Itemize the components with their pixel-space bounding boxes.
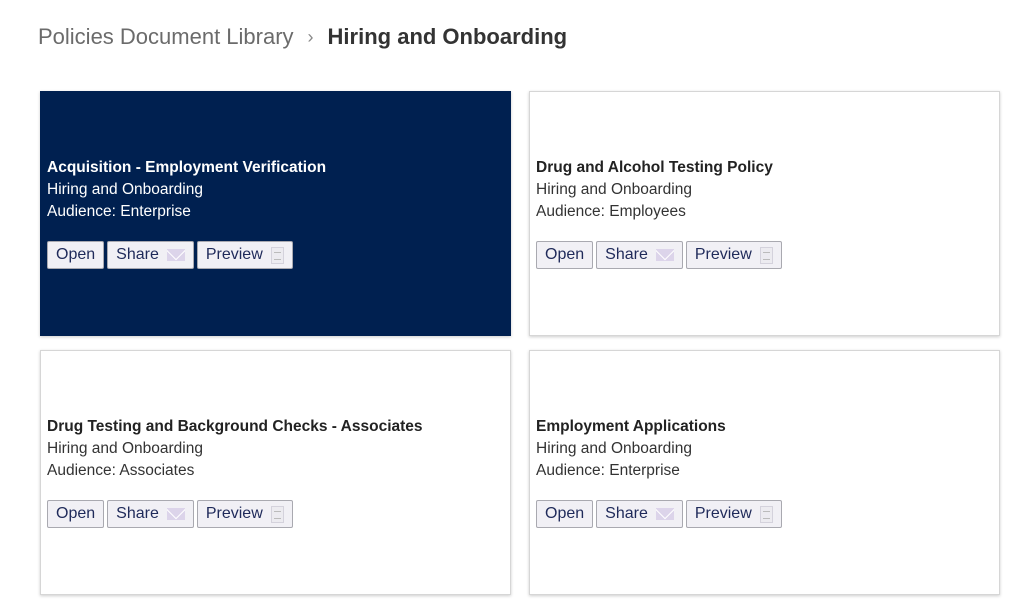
document-audience: Audience: Enterprise [47, 203, 191, 220]
share-label: Share [605, 505, 648, 522]
open-button[interactable]: Open [536, 241, 594, 269]
preview-button[interactable]: Preview [196, 241, 293, 269]
document-category: Hiring and Onboarding [47, 440, 203, 457]
share-button[interactable]: Share [596, 241, 683, 269]
document-category: Hiring and Onboarding [536, 181, 692, 198]
open-label: Open [545, 505, 585, 522]
mail-icon [655, 249, 674, 261]
document-icon [270, 246, 284, 264]
preview-button[interactable]: Preview [685, 241, 782, 269]
breadcrumb: Policies Document Library › Hiring and O… [38, 24, 567, 50]
document-audience: Audience: Enterprise [536, 462, 680, 479]
share-label: Share [116, 505, 159, 522]
document-icon [759, 246, 773, 264]
document-card[interactable]: Drug and Alcohol Testing Policy Hiring a… [529, 91, 1000, 336]
breadcrumb-current: Hiring and Onboarding [327, 24, 568, 49]
open-label: Open [56, 505, 96, 522]
document-card[interactable]: Employment Applications Hiring and Onboa… [529, 350, 1000, 595]
open-label: Open [56, 246, 96, 263]
open-button[interactable]: Open [536, 500, 594, 528]
share-button[interactable]: Share [107, 500, 194, 528]
document-card[interactable]: Drug Testing and Background Checks - Ass… [40, 350, 511, 595]
preview-label: Preview [205, 246, 263, 263]
document-card[interactable]: Acquisition - Employment Verification Hi… [40, 91, 511, 336]
share-label: Share [116, 246, 159, 263]
share-button[interactable]: Share [107, 241, 194, 269]
document-audience: Audience: Employees [536, 203, 686, 220]
document-icon [270, 505, 284, 523]
document-title: Employment Applications [536, 418, 726, 435]
preview-button[interactable]: Preview [685, 500, 782, 528]
open-button[interactable]: Open [47, 500, 105, 528]
share-label: Share [605, 246, 648, 263]
document-title: Drug Testing and Background Checks - Ass… [47, 418, 423, 435]
chevron-right-icon: › [307, 26, 314, 47]
preview-label: Preview [694, 505, 752, 522]
open-button[interactable]: Open [47, 241, 105, 269]
breadcrumb-parent-link[interactable]: Policies Document Library [38, 24, 294, 50]
document-icon [759, 505, 773, 523]
document-title: Acquisition - Employment Verification [47, 159, 327, 176]
mail-icon [166, 249, 185, 261]
document-audience: Audience: Associates [47, 462, 195, 479]
preview-label: Preview [205, 505, 263, 522]
preview-label: Preview [694, 246, 752, 263]
document-title: Drug and Alcohol Testing Policy [536, 159, 773, 176]
document-category: Hiring and Onboarding [536, 440, 692, 457]
mail-icon [166, 508, 185, 520]
document-category: Hiring and Onboarding [47, 181, 203, 198]
preview-button[interactable]: Preview [196, 500, 293, 528]
share-button[interactable]: Share [596, 500, 683, 528]
open-label: Open [545, 246, 585, 263]
mail-icon [655, 508, 674, 520]
